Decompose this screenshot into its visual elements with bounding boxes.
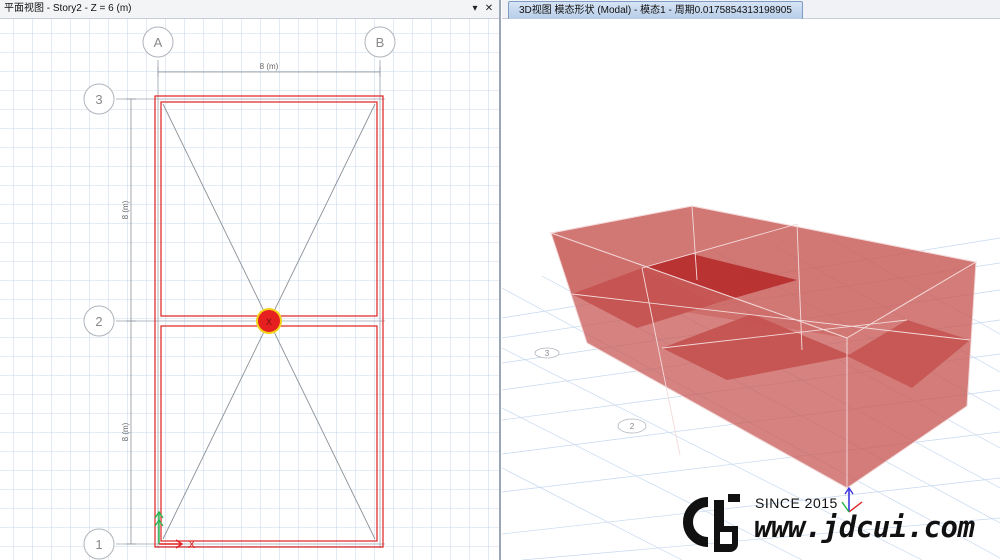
3d-view-pane[interactable]: 3D视图 模态形状 (Modal) - 模态1 - 周期0.0175854313… (502, 0, 1000, 560)
3d-canvas[interactable]: 3 2 (502, 18, 1000, 560)
dim-label-top: 8 (m) (260, 62, 279, 71)
plan-view-pane[interactable]: 平面视图 - Story2 - Z = 6 (m) ▾ ✕ A B 3 2 1 … (0, 0, 501, 560)
watermark-logo: SINCE 2015 www.jdcui.com (678, 490, 998, 556)
tab-3d-view[interactable]: 3D视图 模态形状 (Modal) - 模态1 - 周期0.0175854313… (508, 1, 803, 19)
plan-canvas[interactable]: A B 3 2 1 8 (m) 8 (m) 8 (m) X X (0, 18, 499, 560)
grid-label-3: 3 (95, 92, 102, 107)
pin-icon[interactable]: ▾ (469, 2, 481, 16)
grid-label-2: 2 (95, 314, 102, 329)
center-joint-x: X (266, 317, 272, 327)
grid-label-1: 1 (95, 537, 102, 552)
watermark-url: www.jdcui.com (754, 510, 975, 544)
axis-x-label: X (188, 539, 196, 551)
grid-label-a: A (154, 35, 163, 50)
plan-view-title-bar[interactable]: 平面视图 - Story2 - Z = 6 (m) ▾ ✕ (0, 0, 499, 19)
grid-label-3d-2: 2 (630, 422, 635, 431)
dim-label-left-upper: 8 (m) (121, 200, 130, 219)
grid-label-3d-3: 3 (545, 349, 550, 358)
dim-label-left-lower: 8 (m) (121, 422, 130, 441)
3d-view-title-bar[interactable]: 3D视图 模态形状 (Modal) - 模态1 - 周期0.0175854313… (502, 0, 1000, 19)
watermark-since: SINCE 2015 (755, 495, 838, 511)
plan-view-title: 平面视图 - Story2 - Z = 6 (m) (4, 3, 132, 14)
mode-shape-model[interactable] (549, 205, 978, 489)
logo-mark-icon (683, 494, 740, 552)
grid-label-b: B (376, 35, 385, 50)
close-icon[interactable]: ✕ (483, 2, 495, 16)
